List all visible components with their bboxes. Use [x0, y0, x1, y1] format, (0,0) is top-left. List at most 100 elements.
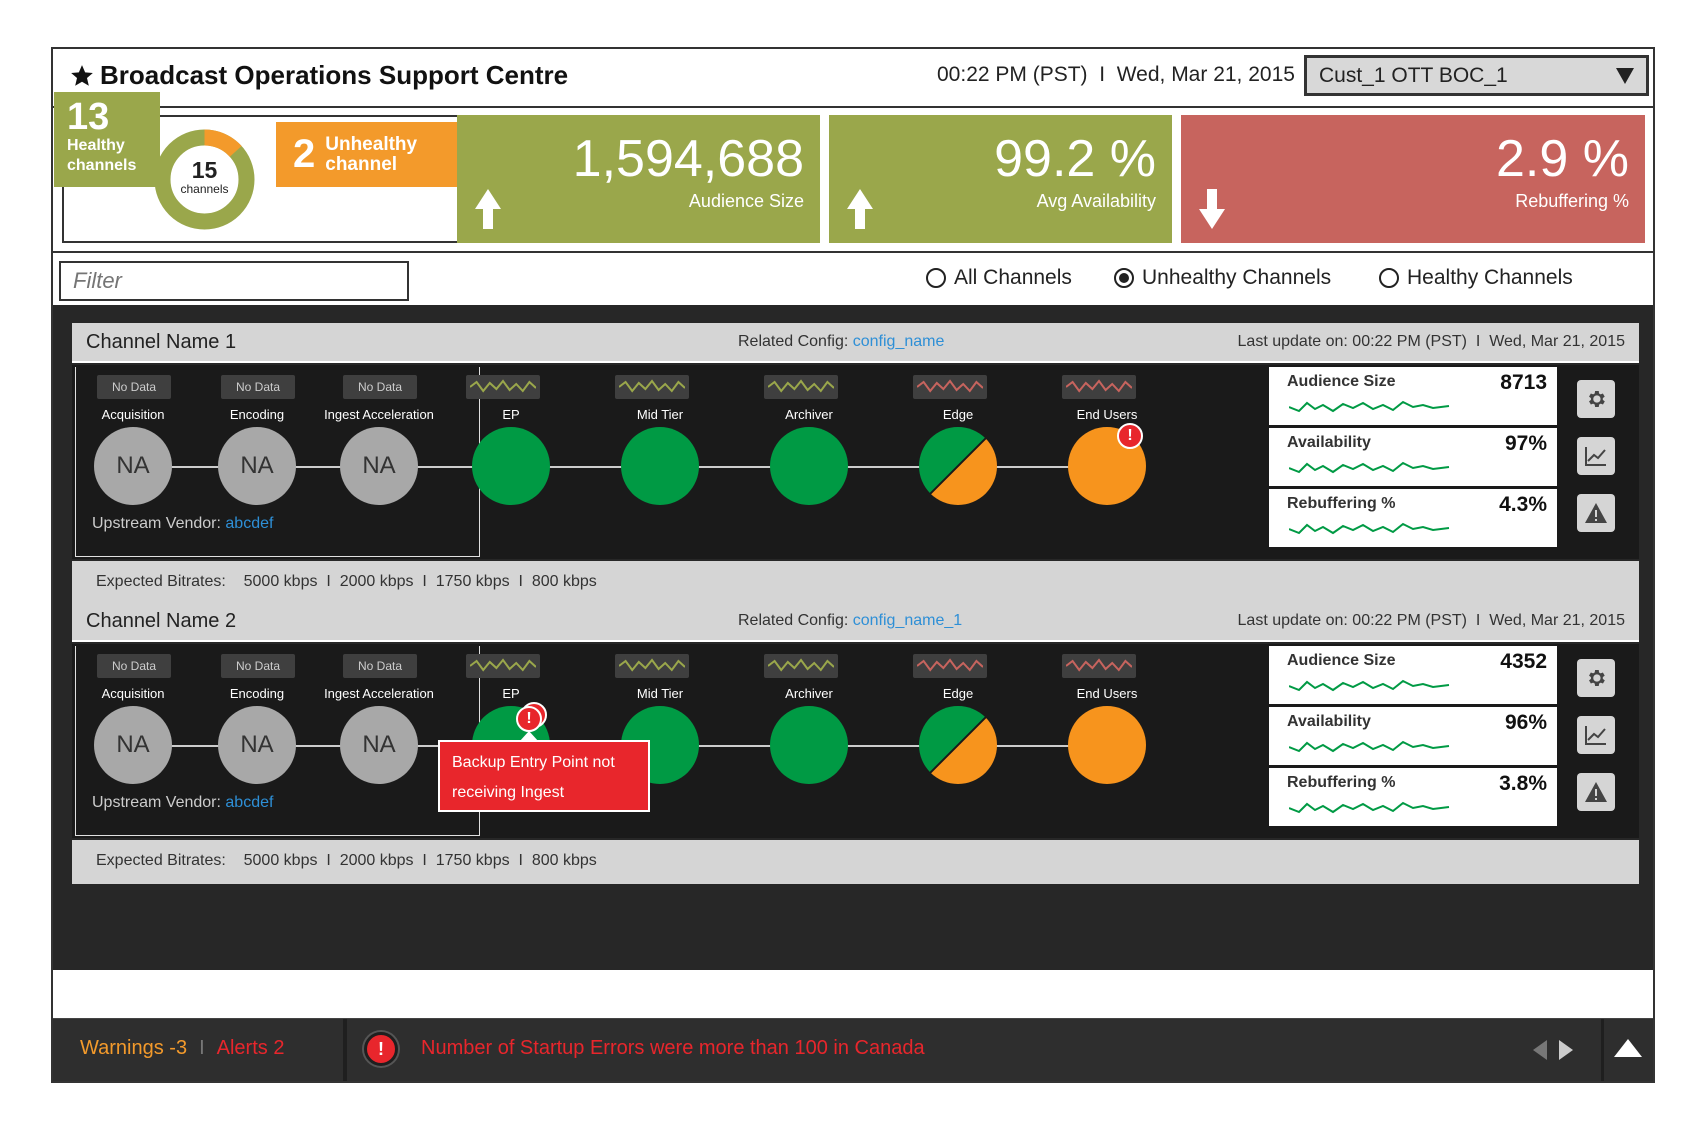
- alerts-count[interactable]: Alerts 2: [217, 1037, 285, 1059]
- channel-name[interactable]: Channel Name 2: [86, 610, 236, 633]
- radio-all-channels[interactable]: All Channels: [926, 266, 1072, 290]
- last-update: Last update on: 00:22 PM (PST) I Wed, Ma…: [1237, 333, 1625, 350]
- node-acquisition[interactable]: NA: [94, 706, 172, 784]
- node-label: Mid Tier: [636, 686, 684, 701]
- node-label: End Users: [1076, 686, 1138, 701]
- error-icon: !: [364, 1032, 398, 1066]
- node-ep[interactable]: [472, 427, 550, 505]
- alert-message[interactable]: Number of Startup Errors were more than …: [421, 1037, 925, 1060]
- line-chart-icon: [1585, 726, 1606, 745]
- node-encoding[interactable]: NA: [218, 427, 296, 505]
- vendor-link[interactable]: abcdef: [225, 794, 273, 811]
- sparkline-tag: [1062, 654, 1136, 678]
- customer-select[interactable]: Cust_1 OTT BOC_1: [1304, 55, 1649, 96]
- radio-unhealthy-channels[interactable]: Unhealthy Channels: [1114, 266, 1331, 290]
- node-ingest-acceleration[interactable]: NA: [340, 706, 418, 784]
- filter-bar: All Channels Unhealthy Channels Healthy …: [53, 251, 1653, 305]
- settings-button[interactable]: [1577, 380, 1615, 418]
- sparkline-tag: [913, 375, 987, 399]
- gear-icon: [1589, 391, 1605, 407]
- chevron-left-icon[interactable]: [1532, 1039, 1548, 1061]
- metric-availability[interactable]: Availability 97%: [1269, 428, 1557, 486]
- arrow-up-icon: [475, 189, 501, 229]
- expected-bitrates: Expected Bitrates: 5000 kbps I 2000 kbps…: [72, 561, 1639, 605]
- channel-header: Channel Name 2 Related Config: config_nam…: [72, 602, 1639, 642]
- sparkline-icon: [917, 379, 983, 393]
- expected-bitrates: Expected Bitrates: 5000 kbps I 2000 kbps…: [72, 840, 1639, 884]
- node-archiver[interactable]: [770, 427, 848, 505]
- divider: [1601, 1019, 1604, 1081]
- node-edge[interactable]: [919, 706, 997, 784]
- radio-label: Healthy Channels: [1407, 266, 1573, 289]
- node-label: Acquisition: [101, 686, 165, 701]
- node-end-users[interactable]: [1068, 706, 1146, 784]
- node-archiver[interactable]: [770, 706, 848, 784]
- metric-audience-size[interactable]: Audience Size 8713: [1269, 367, 1557, 425]
- kpi-value: 1,594,688: [572, 130, 804, 188]
- metric-name: Rebuffering %: [1287, 495, 1396, 512]
- metric-rebuffering[interactable]: Rebuffering % 3.8%: [1269, 768, 1557, 826]
- config-link[interactable]: config_name_1: [853, 612, 962, 629]
- radio-dot: [926, 268, 946, 288]
- alerts-button[interactable]: [1577, 773, 1615, 811]
- no-data-tag: No Data: [343, 654, 417, 678]
- arrow-down-icon: [1199, 189, 1225, 229]
- no-data-tag: No Data: [97, 375, 171, 399]
- node-encoding[interactable]: NA: [218, 706, 296, 784]
- node-edge[interactable]: [919, 427, 997, 505]
- node-label: Encoding: [229, 407, 285, 422]
- sparkline-icon: [470, 379, 536, 393]
- vendor-link[interactable]: abcdef: [225, 515, 273, 532]
- node-label: Mid Tier: [636, 407, 684, 422]
- metric-audience-size[interactable]: Audience Size 4352: [1269, 646, 1557, 704]
- settings-button[interactable]: [1577, 659, 1615, 697]
- radio-label: Unhealthy Channels: [1142, 266, 1332, 289]
- channel-name[interactable]: Channel Name 1: [86, 331, 236, 354]
- kpi-label: Audience Size: [688, 191, 804, 211]
- unhealthy-label-1: Unhealthy: [325, 133, 418, 155]
- warning-icon: [1585, 503, 1607, 523]
- sparkline-icon: [1066, 658, 1132, 672]
- total-label: channels: [180, 182, 229, 196]
- config-link[interactable]: config_name: [853, 333, 945, 350]
- filter-input[interactable]: [59, 261, 409, 301]
- sparkline-icon: [1289, 801, 1450, 814]
- sparkline-icon: [1289, 400, 1450, 413]
- kpi-rebuffering: 2.9 % Rebuffering %: [1181, 115, 1645, 243]
- radio-healthy-channels[interactable]: Healthy Channels: [1379, 266, 1573, 290]
- node-label: EP: [502, 407, 520, 422]
- chart-button[interactable]: [1577, 716, 1615, 754]
- star-icon: [71, 65, 93, 86]
- node-ingest-acceleration[interactable]: NA: [340, 427, 418, 505]
- error-icon[interactable]: !: [516, 706, 542, 732]
- metric-availability[interactable]: Availability 96%: [1269, 707, 1557, 765]
- node-label: EP: [502, 686, 520, 701]
- node-acquisition[interactable]: NA: [94, 427, 172, 505]
- kpi-label: Avg Availability: [1036, 191, 1156, 211]
- alerts-button[interactable]: [1577, 494, 1615, 532]
- total-count: 15: [191, 157, 218, 183]
- header-timestamp: 00:22 PM (PST) I Wed, Mar 21, 2015: [937, 63, 1295, 86]
- error-icon[interactable]: !: [1117, 423, 1143, 449]
- node-mid-tier[interactable]: [621, 427, 699, 505]
- sparkline-icon: [768, 658, 834, 672]
- radio-dot-selected: [1114, 268, 1134, 288]
- unhealthy-channels-badge[interactable]: 2 Unhealthy channel: [276, 122, 466, 187]
- node-label: Acquisition: [101, 407, 165, 422]
- sparkline-tag: [764, 654, 838, 678]
- vendor-label: Upstream Vendor:: [92, 794, 221, 811]
- collapse-up-icon[interactable]: [1614, 1039, 1642, 1057]
- node-label: End Users: [1076, 407, 1138, 422]
- sparkline-icon: [1289, 740, 1450, 753]
- chevron-right-icon[interactable]: [1558, 1039, 1574, 1061]
- metric-rebuffering[interactable]: Rebuffering % 4.3%: [1269, 489, 1557, 547]
- customer-select-value: Cust_1 OTT BOC_1: [1319, 63, 1508, 87]
- last-update: Last update on: 00:22 PM (PST) I Wed, Ma…: [1237, 612, 1625, 629]
- config-label: Related Config:: [738, 612, 849, 629]
- healthy-channels-badge[interactable]: 13 Healthy channels: [54, 92, 160, 187]
- warnings-count[interactable]: Warnings -3: [80, 1037, 187, 1059]
- upstream-vendor: Upstream Vendor: abcdef: [92, 794, 273, 812]
- kpi-avg-availability: 99.2 % Avg Availability: [829, 115, 1172, 243]
- no-data-tag: No Data: [221, 375, 295, 399]
- chart-button[interactable]: [1577, 437, 1615, 475]
